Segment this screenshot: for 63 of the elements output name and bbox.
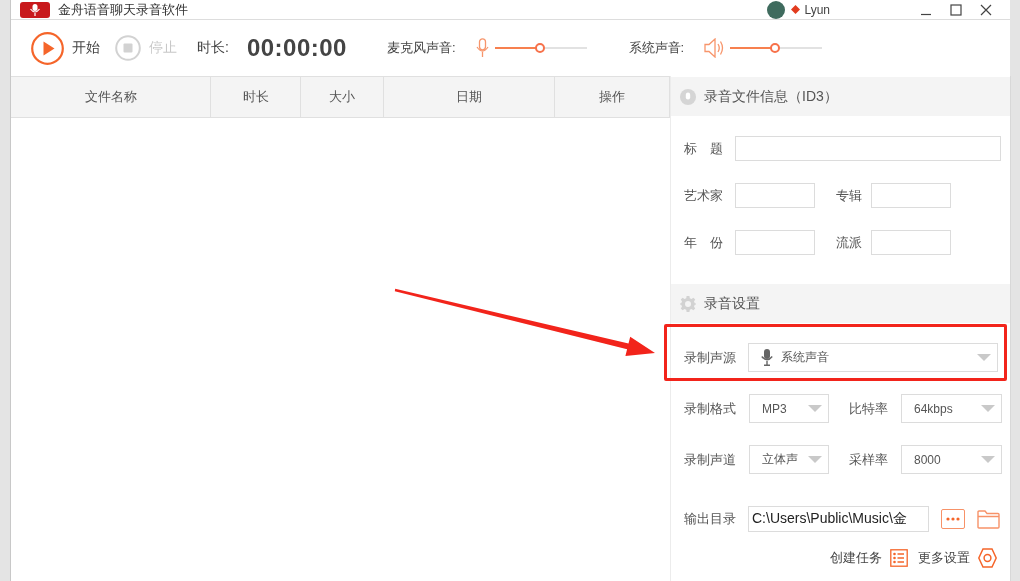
- folder-icon[interactable]: [977, 509, 1000, 529]
- window-title: 金舟语音聊天录音软件: [58, 0, 188, 19]
- action-button[interactable]: 创建任务: [830, 549, 908, 567]
- caret-icon: [977, 354, 991, 361]
- gear-icon: [680, 295, 696, 312]
- field-label: 比特率: [849, 399, 889, 418]
- duration-timer: 00:00:00: [246, 34, 347, 62]
- microphone-icon: [761, 349, 774, 366]
- text-field[interactable]: [871, 230, 951, 255]
- text-field[interactable]: [871, 183, 951, 208]
- hexagon-settings-icon: [978, 548, 997, 568]
- field-label: 专辑: [836, 186, 863, 205]
- user-name[interactable]: Lyun: [804, 2, 830, 17]
- slider-handle[interactable]: [770, 43, 781, 53]
- checklist-icon: [890, 549, 908, 567]
- dropdown-field[interactable]: 立体声: [749, 445, 829, 474]
- field-label: 录制声源: [684, 348, 737, 367]
- field-label: 艺术家: [684, 186, 724, 205]
- close-icon[interactable]: [980, 3, 992, 16]
- caret-icon: [808, 456, 822, 463]
- action-button[interactable]: 更多设置: [918, 548, 997, 568]
- maximize-icon[interactable]: [950, 3, 962, 16]
- caret-icon: [981, 405, 995, 412]
- microphone-badge-icon: [680, 88, 696, 105]
- play-icon: [31, 31, 64, 65]
- avatar-placeholder[interactable]: [767, 0, 786, 19]
- dropdown-field[interactable]: 系统声音: [748, 343, 998, 372]
- column-header[interactable]: 文件名称: [11, 77, 211, 117]
- field-label: 输出目录: [684, 510, 737, 528]
- field-label: 录制声道: [684, 450, 737, 469]
- field-label: 标 题: [684, 139, 724, 158]
- speaker-icon: [704, 38, 725, 58]
- path-field[interactable]: C:\Users\Public\Music\金: [748, 506, 929, 532]
- microphone-volume-label: 麦克风声音:: [386, 39, 456, 57]
- field-label: 流派: [836, 233, 863, 252]
- field-label: 年 份: [684, 233, 724, 252]
- column-header[interactable]: 时长: [211, 77, 301, 117]
- slider-handle[interactable]: [534, 43, 545, 53]
- field-label: 录制格式: [684, 399, 737, 418]
- text-field[interactable]: [735, 230, 815, 255]
- dropdown-field[interactable]: MP3: [749, 394, 829, 423]
- dots-icon: [946, 517, 960, 521]
- start-button[interactable]: 开始: [31, 31, 100, 65]
- dropdown-field[interactable]: 8000: [901, 445, 1002, 474]
- microphone-icon: [475, 38, 489, 58]
- dropdown-field[interactable]: 64kbps: [901, 394, 1002, 423]
- microphone-volume-slider[interactable]: [494, 43, 587, 53]
- text-field[interactable]: [735, 183, 815, 208]
- column-header[interactable]: 操作: [555, 77, 670, 117]
- duration-label: 时长:: [197, 39, 229, 57]
- column-header[interactable]: 大小: [301, 77, 384, 117]
- column-header[interactable]: 日期: [384, 77, 555, 117]
- system-volume-slider[interactable]: [730, 43, 823, 53]
- diamond-icon: [791, 5, 801, 14]
- system-volume-label: 系统声音:: [628, 39, 685, 57]
- caret-icon: [981, 456, 995, 463]
- stop-icon: [115, 35, 141, 61]
- browse-button[interactable]: [941, 509, 965, 529]
- field-label: 采样率: [849, 450, 889, 469]
- section-title: 录音文件信息（ID3）: [704, 87, 838, 106]
- section-title: 录音设置: [704, 294, 760, 313]
- text-field[interactable]: [735, 136, 1001, 161]
- caret-icon: [808, 405, 822, 412]
